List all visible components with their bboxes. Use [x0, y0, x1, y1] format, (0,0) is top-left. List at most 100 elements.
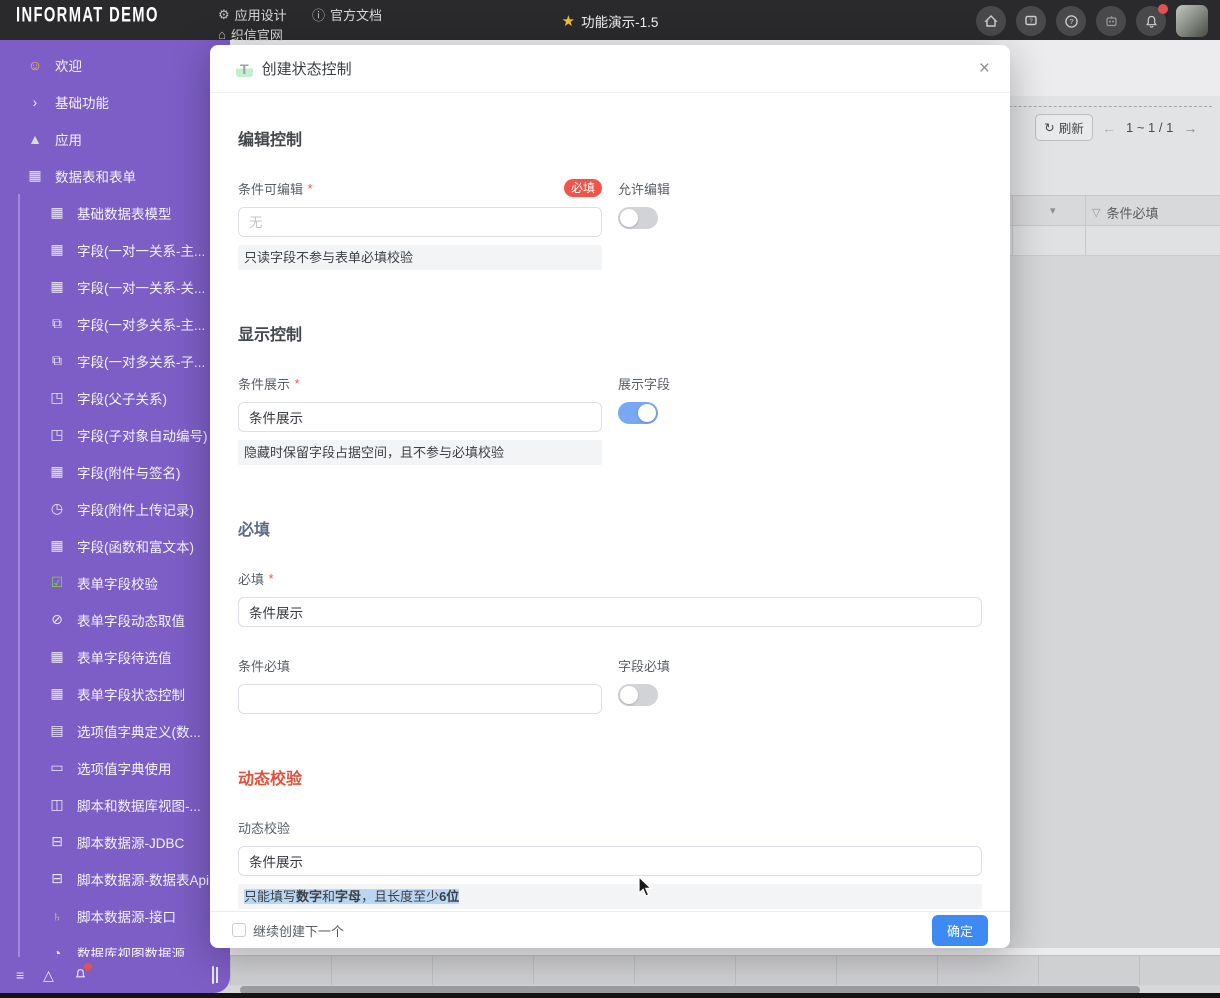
sidebar-item-icon: › [32, 93, 38, 110]
nav-app-design[interactable]: ⚙ 应用设计 [218, 5, 287, 24]
continue-create-checkbox[interactable] [232, 923, 246, 937]
sidebar-item[interactable]: ▦ 字段(函数和富文本) [0, 527, 230, 564]
prev-page-icon[interactable]: ← [1102, 120, 1116, 136]
table-row [230, 955, 1220, 985]
sidebar-item[interactable]: ◳ 字段(父子关系) [0, 379, 230, 416]
sidebar-item-label: 表单字段状态控制 [77, 687, 185, 703]
allow-edit-toggle[interactable] [618, 207, 658, 229]
sidebar-item[interactable]: ▦ 表单字段待选值 [0, 638, 230, 675]
field-label-conditional-display: 条件展示 * [238, 375, 300, 392]
alert-triangle-icon[interactable]: △ [43, 967, 54, 984]
sidebar-item-icon: ⧉ [52, 315, 62, 331]
question-icon: ? [1064, 14, 1078, 28]
feedback-button[interactable]: ? [1016, 6, 1046, 36]
field-label-dynamic-validation: 动态校验 [238, 820, 291, 836]
assistant-button[interactable] [1096, 6, 1126, 36]
required-input[interactable] [238, 597, 982, 627]
sidebar-item-label: 脚本数据源-JDBC [77, 835, 185, 851]
section-heading-required: 必填 [238, 522, 271, 539]
show-field-toggle[interactable] [618, 402, 658, 424]
help-button[interactable]: ? [1056, 6, 1086, 36]
dynamic-validation-input[interactable] [238, 846, 982, 876]
nav-official-site[interactable]: ⌂ 织信官网 [218, 25, 283, 44]
bell-icon[interactable] [74, 962, 92, 984]
field-label-conditional-editable: 条件可编辑 * 必填 [238, 179, 602, 197]
topbar-actions: ? ? [976, 4, 1208, 37]
column-dropdown-icon[interactable]: ▾ [1050, 204, 1056, 217]
confirm-button[interactable]: 确定 [931, 914, 988, 946]
create-state-control-dialog: T 创建状态控制 × 编辑控制 条件可编辑 * 必填 只读字段不参与表单必填校验… [210, 45, 1010, 948]
refresh-icon: ↻ [1044, 121, 1055, 135]
scrollbar-thumb[interactable] [240, 986, 1140, 993]
sidebar-item-label: 应用 [55, 132, 82, 148]
conditional-editable-input[interactable] [238, 207, 602, 237]
next-page-icon[interactable]: → [1183, 120, 1197, 136]
sidebar-item-icon: ◫ [50, 796, 64, 812]
section-heading-display-control: 显示控制 [238, 327, 303, 344]
sidebar-item[interactable]: ⊟ 脚本数据源-数据表Api [0, 860, 230, 897]
sidebar-item[interactable]: ⧉ 字段(一对多关系-主... [0, 305, 230, 342]
sidebar-item-icon: ⊘ [51, 611, 63, 627]
sidebar-item-label: 基础数据表模型 [77, 206, 172, 222]
sidebar-item-icon: ▦ [50, 648, 64, 664]
sidebar-item-label: 字段(父子关系) [77, 391, 167, 407]
close-icon[interactable]: × [979, 59, 990, 78]
field-required-toggle[interactable] [618, 684, 658, 706]
sidebar-item[interactable]: ◷ 字段(附件上传记录) [0, 490, 230, 527]
notification-dot [83, 962, 92, 971]
sidebar-item[interactable]: ▦ 表单字段状态控制 [0, 675, 230, 712]
sidebar-item[interactable]: ◳ 字段(子对象自动编号) [0, 416, 230, 453]
sidebar-item-icon: ☑ [50, 574, 64, 590]
sidebar-item[interactable]: ▦ 字段(一对一关系-主... [0, 231, 230, 268]
sidebar-item[interactable]: ⊘ 表单字段动态取值 [0, 601, 230, 638]
notifications-button[interactable] [1136, 4, 1168, 36]
sidebar-item[interactable]: ▦ 字段(附件与签名) [0, 453, 230, 490]
avatar[interactable] [1176, 5, 1208, 37]
sidebar-item-icon: ◳ [50, 426, 64, 442]
sidebar-item[interactable]: ☺ 欢迎 [0, 46, 230, 83]
sidebar-item-label: 字段(一对一关系-关... [77, 280, 206, 296]
sidebar-item-label: 脚本和数据库视图-... [77, 798, 201, 814]
sidebar-item[interactable]: ☑ 表单字段校验 [0, 564, 230, 601]
dialog-title: 创建状态控制 [261, 61, 352, 78]
sidebar-item[interactable]: ⊟ 脚本数据源-JDBC [0, 823, 230, 860]
continue-create-label: 继续创建下一个 [253, 923, 345, 939]
required-asterisk: * [307, 180, 313, 196]
sidebar-item-label: 表单字段待选值 [77, 650, 172, 666]
sidebar-item[interactable]: ◫ 脚本和数据库视图-... [0, 786, 230, 823]
section-heading-edit-control: 编辑控制 [238, 132, 303, 149]
collapse-panel-icon[interactable] [212, 966, 214, 984]
sidebar-item[interactable]: ◔ 数据库视图数据源 [0, 934, 230, 957]
sidebar-item[interactable]: ♄ 脚本数据源-接口 [0, 897, 230, 934]
conditional-required-input[interactable] [238, 684, 602, 714]
column-header[interactable]: ▽ 条件必填 [1092, 203, 1158, 222]
sidebar-item-icon: ▦ [50, 685, 64, 701]
star-icon: ★ [561, 13, 576, 30]
sidebar-item-label: 字段(附件上传记录) [77, 502, 194, 518]
sidebar-item[interactable]: ▭ 选项值字典使用 [0, 749, 230, 786]
sidebar-item[interactable]: ▦ 基础数据表模型 [0, 194, 230, 231]
sidebar-item-icon: ⊟ [51, 870, 63, 886]
help-text-hidden: 隐藏时保留字段占据空间，且不参与必填校验 [238, 440, 602, 465]
home-button[interactable] [976, 6, 1006, 36]
sidebar-item[interactable]: ▦ 数据表和表单 ⌄ [0, 157, 230, 194]
conditional-display-input[interactable] [238, 402, 602, 432]
sidebar-item-icon: ▦ [50, 204, 64, 220]
sidebar-item[interactable]: ▦ 字段(一对一关系-关... [0, 268, 230, 305]
refresh-button[interactable]: ↻ 刷新 [1035, 114, 1093, 141]
nav-official-docs[interactable]: ⓘ 官方文档 [312, 5, 382, 24]
sidebar-item-label: 数据库视图数据源 [77, 946, 185, 958]
field-label-show-field: 展示字段 [618, 376, 671, 392]
menu-icon[interactable]: ≡ [16, 967, 24, 983]
sidebar: ☺ 欢迎 › 基础功能 ▲ 应用 › ▦ 数据表和表单 ⌄ ▦ 基础数据表模型 … [0, 40, 230, 993]
sidebar-item[interactable]: ▤ 选项值字典定义(数... [0, 712, 230, 749]
required-asterisk: * [268, 570, 274, 586]
sidebar-item[interactable]: ▲ 应用 › [0, 120, 230, 157]
sidebar-item-icon: ◳ [50, 389, 64, 405]
notification-dot [1158, 4, 1168, 14]
workspace-switcher[interactable]: ★ 功能演示-1.5 [562, 11, 659, 31]
refresh-label: 刷新 [1058, 122, 1084, 136]
sidebar-item[interactable]: ⧉ 字段(一对多关系-子... [0, 342, 230, 379]
sidebar-item-icon: ⧉ [52, 352, 62, 368]
sidebar-item[interactable]: › 基础功能 [0, 83, 230, 120]
